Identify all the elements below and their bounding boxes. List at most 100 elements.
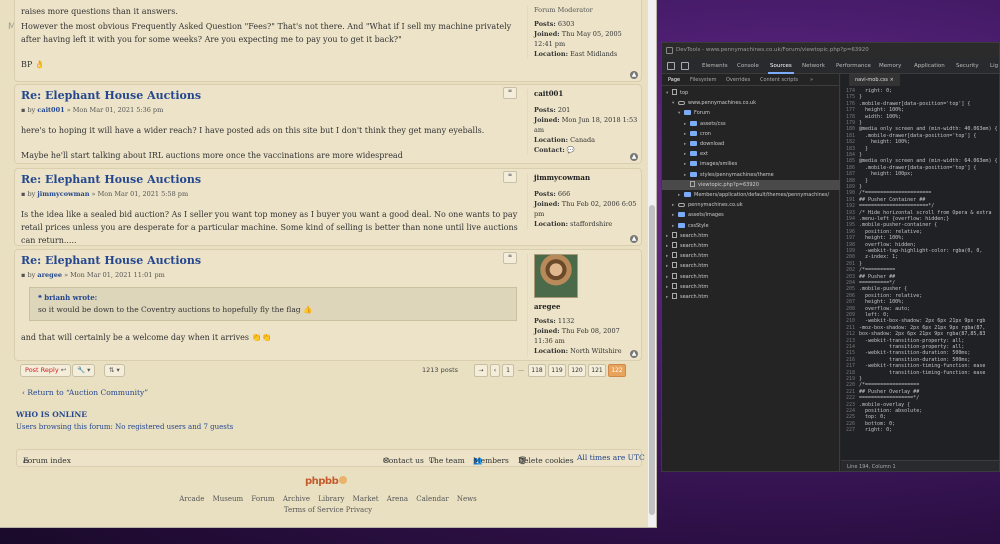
sort-dropdown-button[interactable]: ⇅ ▾ [104, 364, 125, 377]
quote-button[interactable]: ❝ [503, 252, 517, 264]
file-icon [672, 242, 677, 248]
file-tree-item[interactable]: ▸ assets/css [662, 119, 840, 129]
file-tree-label: search.htm [680, 294, 709, 300]
file-tree-item[interactable]: ▸ search.htm [662, 231, 840, 241]
file-tree-item[interactable]: ▸ search.htm [662, 272, 840, 282]
post-author-link[interactable]: jimmycowman [37, 190, 89, 198]
post-author-link[interactable]: aregee [37, 271, 62, 279]
tab-elements[interactable]: Elements [702, 58, 728, 74]
jump-to-page-icon[interactable]: ⇢ [474, 364, 488, 377]
file-tree-item[interactable]: ▸ cssStyle [662, 221, 840, 231]
code-text: -moz-box-shadow: 2px 6px 21px 9px rgba(8… [859, 324, 986, 331]
profile-username[interactable]: aregee [534, 302, 639, 312]
code-text: z-index: 1; [859, 254, 899, 261]
page-120[interactable]: 120 [568, 364, 586, 377]
code-text: } [859, 120, 863, 126]
file-tree-item[interactable]: ▸ search.htm [662, 241, 840, 251]
post-title[interactable]: Re: Elephant House Auctions [21, 254, 521, 267]
page-118[interactable]: 118 [528, 364, 546, 377]
file-tree-item[interactable]: viewtopic.php?p=63920 [662, 179, 840, 190]
forum-footer-nav: ⌂ Forum index ✉ Contact us ⛉ The team 👥 M… [16, 449, 645, 467]
tab-network[interactable]: Network [802, 58, 825, 74]
pagination: 1213 posts ⇢ ‹ 1 … 118 119 120 121 122 [420, 364, 640, 378]
page-119[interactable]: 119 [548, 364, 566, 377]
subtab-page[interactable]: Page [668, 74, 680, 86]
footer-link-calendar[interactable]: Calendar [416, 495, 448, 503]
footer-link-archive[interactable]: Archive [283, 495, 310, 503]
return-to-forum-link[interactable]: ‹ Return to “Auction Community” [22, 388, 148, 397]
file-tree-label: pennymachines.co.uk [688, 202, 743, 209]
tab-performance[interactable]: Performance [836, 58, 871, 74]
back-to-top-icon[interactable]: ▲ [630, 235, 638, 243]
tab-console[interactable]: Console [737, 58, 759, 74]
code-text: } [859, 177, 869, 184]
post-author-link[interactable]: cait001 [37, 106, 64, 114]
footer-link-museum[interactable]: Museum [213, 495, 244, 503]
subtab-filesystem[interactable]: Filesystem [690, 74, 716, 86]
code-text: .mobile-drawer[data-position='top'] { [859, 164, 977, 171]
phpbb-logo[interactable]: phpbb [305, 476, 348, 487]
quote-button[interactable]: ❝ [503, 171, 517, 183]
folder-icon [690, 130, 697, 136]
file-tree-item[interactable]: ▸ cron [662, 129, 840, 139]
code-text: overflow: hidden; [859, 241, 917, 248]
footer-link-arena[interactable]: Arena [387, 495, 408, 503]
terms-of-service-link[interactable]: Terms of Service [284, 506, 344, 514]
back-to-top-icon[interactable]: ▲ [630, 71, 638, 79]
tab-application[interactable]: Application [914, 58, 945, 74]
device-toolbar-icon[interactable] [681, 62, 689, 70]
file-tree-item[interactable]: ▸ search.htm [662, 282, 840, 292]
profile-username[interactable]: cait001 [534, 89, 639, 99]
page-1[interactable]: 1 [502, 364, 514, 377]
page-121[interactable]: 121 [588, 364, 606, 377]
code-editor[interactable]: 174 right: 0; 175} 176 .mobile-drawer[data-… [841, 88, 999, 460]
profile-username[interactable]: jimmycowman [534, 173, 639, 183]
folder-icon [684, 110, 691, 116]
file-tree-item[interactable]: ▸ images/smilies [662, 159, 840, 169]
contact-icon[interactable]: 💬 [567, 146, 575, 154]
tab-sources[interactable]: Sources [768, 58, 794, 74]
footer-link-arcade[interactable]: Arcade [179, 495, 204, 503]
prev-page-button[interactable]: ‹ [490, 364, 500, 377]
file-tree-item[interactable]: ▸ search.htm [662, 261, 840, 271]
file-tree-item[interactable]: ▸ pennymachines.co.uk [662, 200, 840, 210]
file-tree-item[interactable]: ▸ Members/application/default/themes/penn… [662, 190, 840, 200]
tab-memory[interactable]: Memory [879, 58, 901, 74]
file-tree-label: Members/application/default/themes/penny… [694, 192, 830, 198]
back-to-top-icon[interactable]: ▲ [630, 350, 638, 358]
file-tree-item[interactable]: ▸ styles/pennymachines/theme [662, 170, 840, 180]
post-reply-button[interactable]: Post Reply ↩ [20, 364, 72, 377]
subtab-more[interactable]: » [810, 74, 813, 86]
editor-file-tab[interactable]: navi-mob.css × [849, 74, 900, 86]
subtab-overrides[interactable]: Overrides [726, 74, 750, 86]
tab-lighthouse[interactable]: Lig [990, 58, 998, 74]
post-title[interactable]: Re: Elephant House Auctions [21, 173, 521, 186]
page-122-current[interactable]: 122 [608, 364, 626, 377]
footer-link-forum[interactable]: Forum [251, 495, 274, 503]
quote-button[interactable]: ❝ [503, 87, 517, 99]
file-tree-item[interactable]: ▾ top [662, 88, 840, 98]
tools-dropdown-button[interactable]: 🔧 ▾ [72, 364, 96, 377]
footer-link-market[interactable]: Market [353, 495, 379, 503]
file-tree-item[interactable]: ▸ search.htm [662, 292, 840, 302]
subtab-content-scripts[interactable]: Content scripts [760, 74, 798, 86]
file-tree-item[interactable]: ▸ assets/images [662, 210, 840, 220]
footer-link-news[interactable]: News [457, 495, 477, 503]
code-text: right: 0; [859, 427, 893, 434]
tab-security[interactable]: Security [956, 58, 979, 74]
file-tree-item[interactable]: ▸ download [662, 139, 840, 149]
file-tree-item[interactable]: ▸ search.htm [662, 251, 840, 261]
post-title[interactable]: Re: Elephant House Auctions [21, 89, 521, 102]
page-scrollbar[interactable] [648, 0, 656, 527]
inspect-element-icon[interactable] [667, 62, 675, 70]
code-text: .menu-left {overflow: hidden;} [859, 216, 950, 222]
file-tree-item[interactable]: ▸ ext [662, 149, 840, 159]
post-count: 1213 posts [422, 366, 459, 374]
privacy-link[interactable]: Privacy [346, 506, 372, 514]
scrollbar-thumb[interactable] [649, 205, 655, 515]
file-tree-item[interactable]: ▾ Forum [662, 108, 840, 118]
footer-link-library[interactable]: Library [318, 495, 344, 503]
back-to-top-icon[interactable]: ▲ [630, 153, 638, 161]
file-tree-item[interactable]: ▾ www.pennymachines.co.uk [662, 98, 840, 108]
post-moderator: raises more questions than it answers. H… [14, 0, 642, 82]
